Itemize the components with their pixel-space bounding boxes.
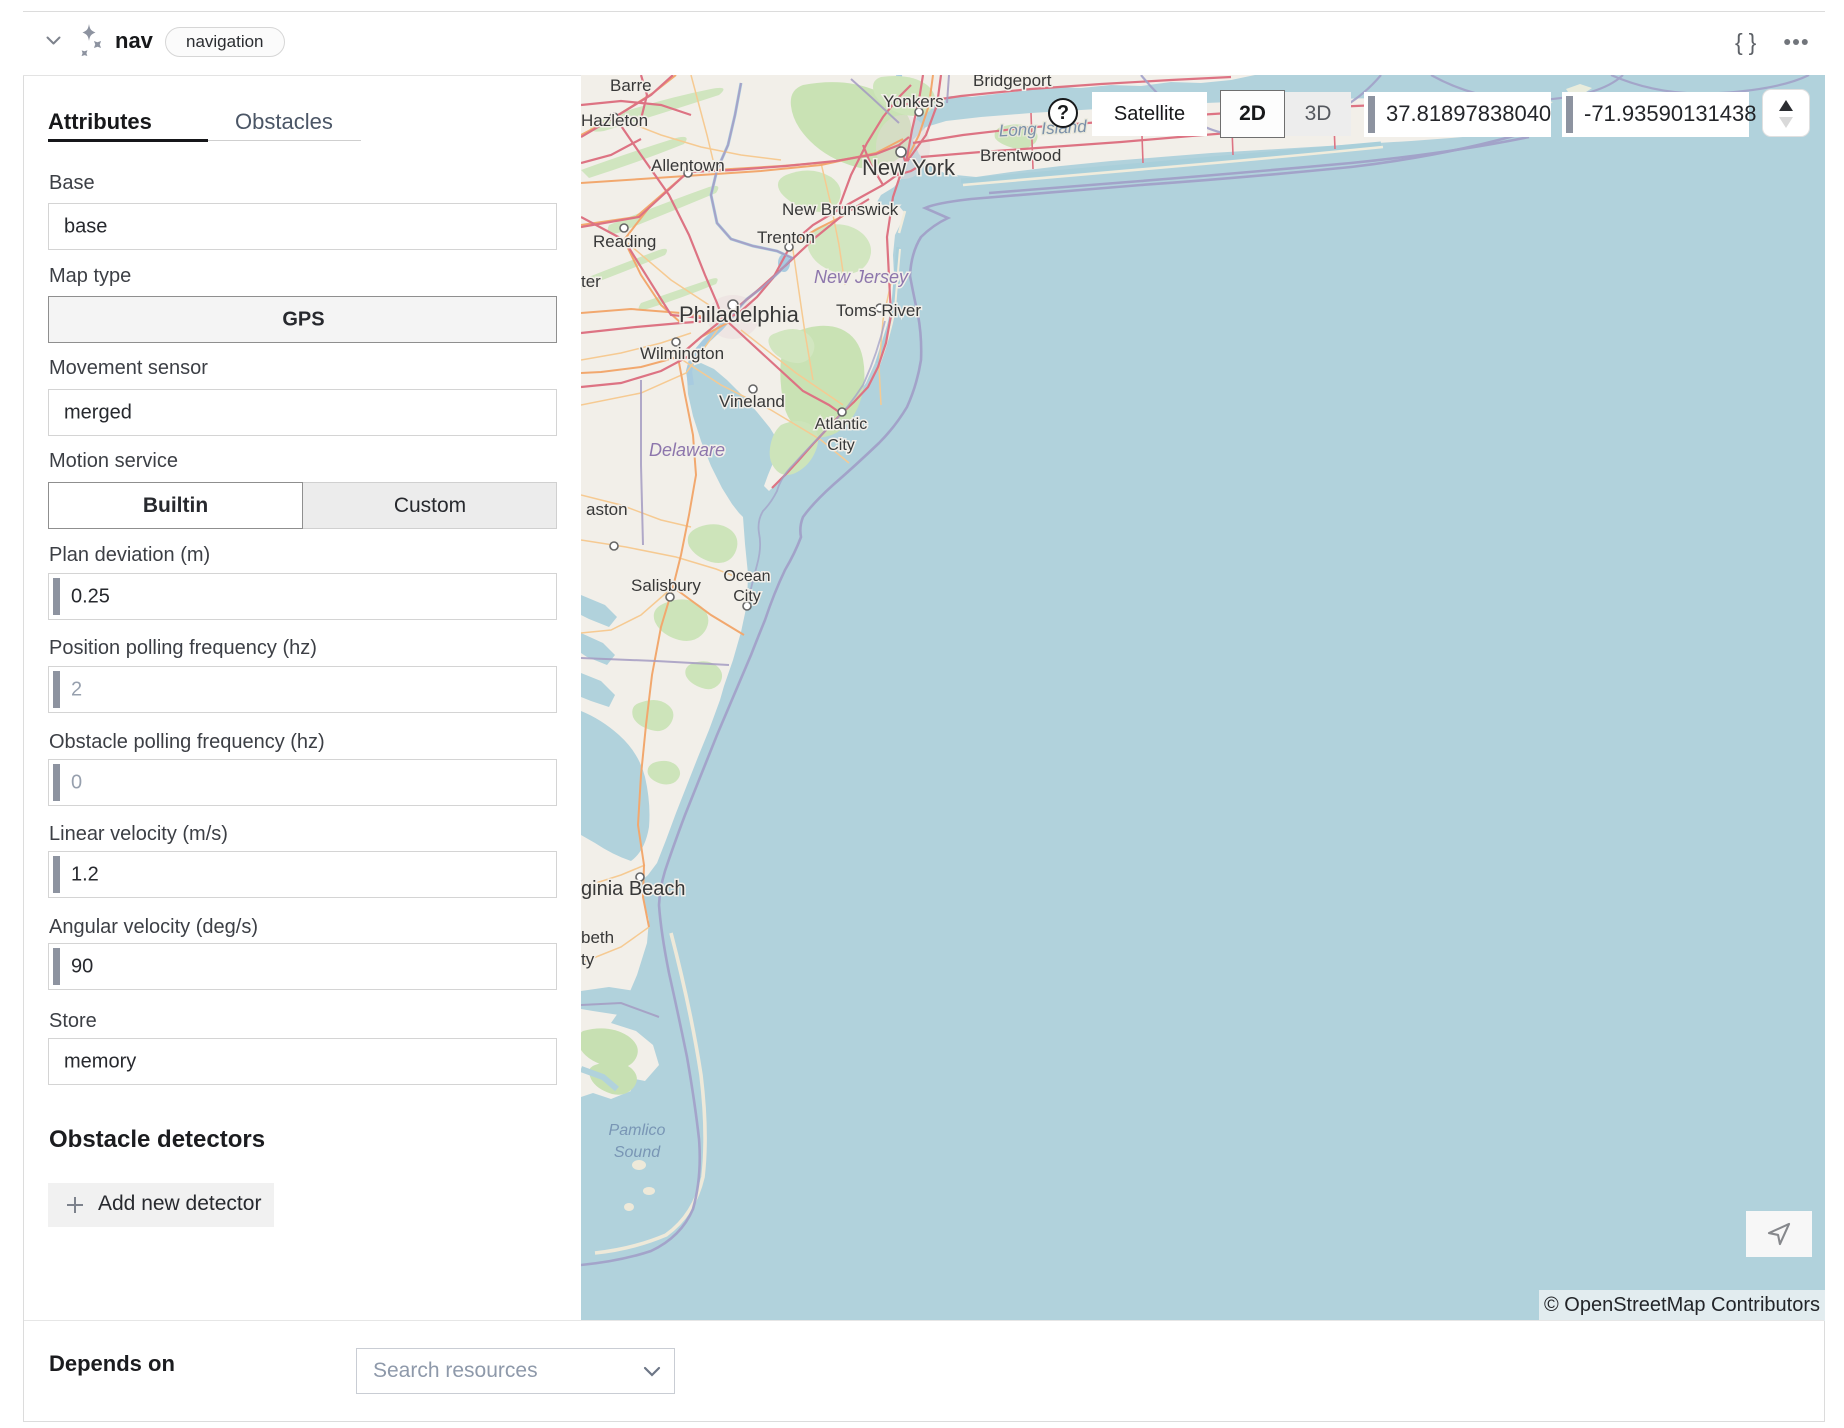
svg-text:Salisbury: Salisbury bbox=[631, 576, 701, 595]
svg-text:Sound: Sound bbox=[614, 1144, 661, 1161]
svg-text:Delaware: Delaware bbox=[649, 440, 725, 460]
svg-text:Pamlico: Pamlico bbox=[609, 1122, 666, 1139]
svg-text:City: City bbox=[733, 588, 761, 605]
svg-text:New York: New York bbox=[862, 155, 956, 180]
svg-text:Allentown: Allentown bbox=[651, 156, 725, 175]
svg-text:Reading: Reading bbox=[593, 232, 656, 251]
svg-text:Barre: Barre bbox=[610, 76, 652, 95]
svg-text:City: City bbox=[827, 437, 855, 454]
svg-text:Ocean: Ocean bbox=[723, 568, 770, 585]
svg-text:ter: ter bbox=[581, 272, 601, 291]
svg-text:ty: ty bbox=[581, 950, 595, 969]
svg-text:Hazleton: Hazleton bbox=[581, 111, 648, 130]
svg-text:Wilmington: Wilmington bbox=[640, 344, 724, 363]
svg-text:Toms River: Toms River bbox=[836, 301, 921, 320]
svg-text:Brentwood: Brentwood bbox=[980, 146, 1061, 165]
svg-text:New Jersey: New Jersey bbox=[814, 267, 909, 287]
svg-text:beth: beth bbox=[581, 928, 614, 947]
svg-text:Philadelphia: Philadelphia bbox=[679, 302, 800, 327]
svg-text:ginia Beach: ginia Beach bbox=[581, 878, 686, 900]
svg-text:Yonkers: Yonkers bbox=[883, 92, 944, 111]
svg-text:New Brunswick: New Brunswick bbox=[782, 200, 899, 219]
svg-text:Trenton: Trenton bbox=[757, 228, 815, 247]
svg-text:aston: aston bbox=[586, 500, 628, 519]
svg-text:Vineland: Vineland bbox=[719, 392, 785, 411]
svg-text:Atlantic: Atlantic bbox=[815, 416, 867, 433]
svg-text:Bridgeport: Bridgeport bbox=[973, 75, 1052, 90]
